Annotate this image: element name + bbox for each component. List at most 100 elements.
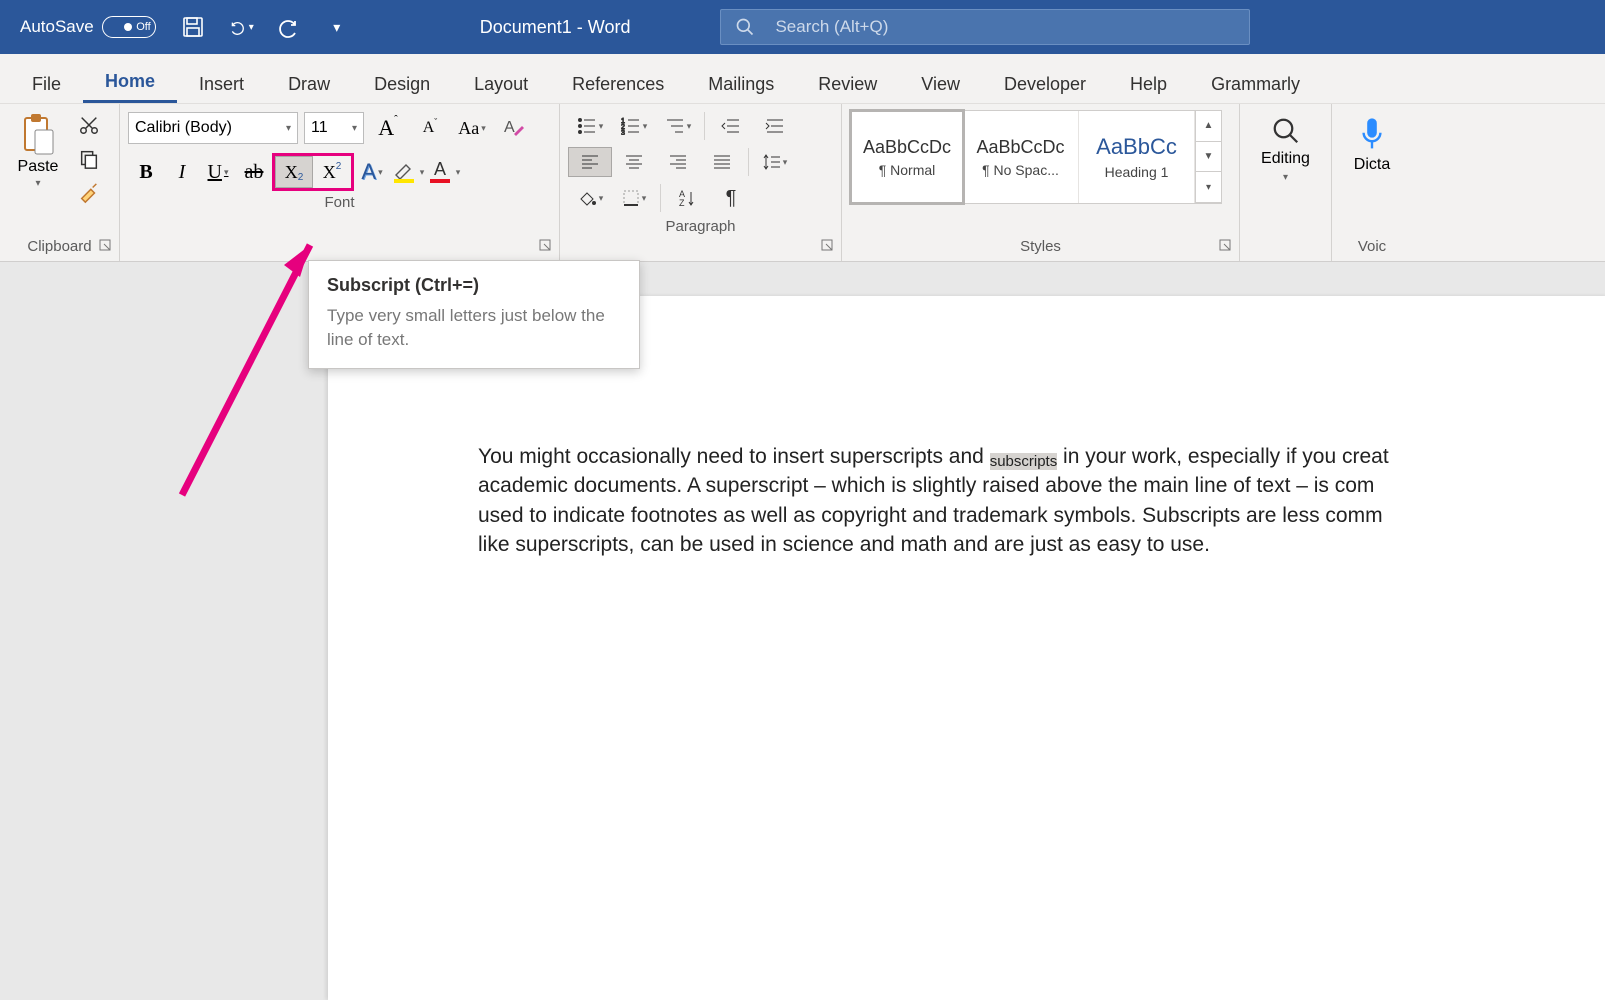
selected-subscript-text[interactable]: subscripts bbox=[990, 453, 1058, 470]
subscript-button[interactable]: X2 bbox=[275, 156, 313, 188]
subscript-superscript-highlight: X2 X2 bbox=[272, 153, 354, 191]
undo-icon[interactable]: ▾ bbox=[228, 14, 254, 40]
save-icon[interactable] bbox=[180, 14, 206, 40]
paste-button[interactable]: Paste ▾ bbox=[8, 110, 68, 234]
style-no-spacing[interactable]: AaBbCcDc ¶ No Spac... bbox=[963, 111, 1079, 203]
group-font: Calibri (Body)▾ 11▾ Aˆ Aˇ Aa A B I U ab … bbox=[120, 104, 560, 261]
font-name-combo[interactable]: Calibri (Body)▾ bbox=[128, 112, 298, 144]
align-left-icon bbox=[581, 154, 599, 170]
ribbon-tabs: File Home Insert Draw Design Layout Refe… bbox=[0, 54, 1605, 104]
decrease-indent-button[interactable] bbox=[709, 111, 753, 141]
tab-references[interactable]: References bbox=[550, 64, 686, 103]
underline-button[interactable]: U bbox=[200, 155, 236, 189]
align-left-button[interactable] bbox=[568, 147, 612, 177]
group-clipboard: Paste ▾ Clipboard bbox=[0, 104, 120, 261]
numbering-icon: 123 bbox=[621, 117, 641, 135]
tab-mailings[interactable]: Mailings bbox=[686, 64, 796, 103]
justify-button[interactable] bbox=[700, 147, 744, 177]
align-right-icon bbox=[669, 154, 687, 170]
search-box[interactable]: Search (Alt+Q) bbox=[720, 9, 1250, 45]
style-heading-1[interactable]: AaBbCc Heading 1 bbox=[1079, 111, 1195, 203]
bullets-button[interactable] bbox=[568, 111, 612, 141]
italic-button[interactable]: I bbox=[164, 155, 200, 189]
tooltip-title: Subscript (Ctrl+=) bbox=[327, 275, 621, 296]
multilevel-icon bbox=[665, 117, 685, 135]
tab-view[interactable]: View bbox=[899, 64, 982, 103]
tab-file[interactable]: File bbox=[10, 64, 83, 103]
autosave-toggle[interactable]: AutoSave Off bbox=[20, 16, 156, 38]
change-case-button[interactable]: Aa bbox=[454, 111, 490, 145]
tab-draw[interactable]: Draw bbox=[266, 64, 352, 103]
group-label-voice: Voic bbox=[1340, 234, 1404, 261]
shading-button[interactable] bbox=[568, 183, 612, 213]
borders-icon bbox=[622, 189, 640, 207]
document-body[interactable]: You might occasionally need to insert su… bbox=[478, 442, 1605, 560]
tab-home[interactable]: Home bbox=[83, 61, 177, 103]
tab-developer[interactable]: Developer bbox=[982, 64, 1108, 103]
borders-button[interactable] bbox=[612, 183, 656, 213]
tooltip-body: Type very small letters just below the l… bbox=[327, 304, 621, 352]
paragraph-dialog-launcher[interactable] bbox=[821, 239, 837, 255]
paintbrush-icon bbox=[78, 182, 100, 204]
group-label-clipboard: Clipboard bbox=[8, 234, 111, 261]
line-spacing-button[interactable] bbox=[753, 147, 797, 177]
svg-text:3: 3 bbox=[621, 130, 625, 135]
clipboard-icon bbox=[19, 112, 57, 156]
show-paragraph-marks-button[interactable]: ¶ bbox=[709, 183, 753, 213]
bold-button[interactable]: B bbox=[128, 155, 164, 189]
font-size-combo[interactable]: 11▾ bbox=[304, 112, 364, 144]
editing-button[interactable]: Editing ▾ bbox=[1248, 110, 1323, 234]
gallery-down-icon[interactable]: ▼ bbox=[1196, 142, 1221, 173]
svg-text:A: A bbox=[504, 119, 515, 136]
document-page[interactable]: You might occasionally need to insert su… bbox=[328, 296, 1605, 1000]
increase-indent-button[interactable] bbox=[753, 111, 797, 141]
highlighter-icon bbox=[392, 159, 418, 185]
font-color-button[interactable]: A bbox=[426, 155, 462, 189]
bullets-icon bbox=[577, 117, 597, 135]
tab-review[interactable]: Review bbox=[796, 64, 899, 103]
font-color-icon: A bbox=[428, 159, 454, 185]
superscript-button[interactable]: X2 bbox=[313, 156, 351, 188]
tab-design[interactable]: Design bbox=[352, 64, 452, 103]
scissors-icon bbox=[78, 114, 100, 136]
gallery-more-icon[interactable]: ▾ bbox=[1196, 172, 1221, 203]
align-center-button[interactable] bbox=[612, 147, 656, 177]
multilevel-list-button[interactable] bbox=[656, 111, 700, 141]
search-placeholder: Search (Alt+Q) bbox=[775, 17, 888, 37]
cut-button[interactable] bbox=[72, 110, 106, 140]
group-voice: Dicta Voic bbox=[1332, 104, 1412, 261]
tab-insert[interactable]: Insert bbox=[177, 64, 266, 103]
sort-button[interactable]: AZ bbox=[665, 183, 709, 213]
style-normal[interactable]: AaBbCcDc ¶ Normal bbox=[849, 109, 965, 205]
ribbon: Paste ▾ Clipboard Calibri (Body)▾ 11▾ Aˆ… bbox=[0, 104, 1605, 262]
eraser-icon: A bbox=[502, 116, 526, 140]
outdent-icon bbox=[721, 117, 741, 135]
numbering-button[interactable]: 123 bbox=[612, 111, 656, 141]
font-dialog-launcher[interactable] bbox=[539, 239, 555, 255]
redo-icon[interactable] bbox=[276, 14, 302, 40]
svg-text:A: A bbox=[434, 159, 446, 179]
align-right-button[interactable] bbox=[656, 147, 700, 177]
text-effects-button[interactable]: A bbox=[354, 155, 390, 189]
group-label-font: Font bbox=[128, 190, 551, 217]
highlight-color-button[interactable] bbox=[390, 155, 426, 189]
dictate-button[interactable]: Dicta bbox=[1340, 110, 1404, 234]
increase-font-size-button[interactable]: Aˆ bbox=[370, 111, 406, 145]
styles-dialog-launcher[interactable] bbox=[1219, 239, 1235, 255]
autosave-label: AutoSave bbox=[20, 17, 94, 37]
strikethrough-button[interactable]: ab bbox=[236, 155, 272, 189]
tab-help[interactable]: Help bbox=[1108, 64, 1189, 103]
customize-qat-icon[interactable]: ▾ bbox=[324, 14, 350, 40]
group-editing: Editing ▾ bbox=[1240, 104, 1332, 261]
decrease-font-size-button[interactable]: Aˇ bbox=[412, 111, 448, 145]
tab-grammarly[interactable]: Grammarly bbox=[1189, 64, 1322, 103]
titlebar: AutoSave Off ▾ ▾ Document1 - Word Search… bbox=[0, 0, 1605, 54]
clipboard-dialog-launcher[interactable] bbox=[99, 239, 115, 255]
clear-formatting-button[interactable]: A bbox=[496, 111, 532, 145]
autosave-switch[interactable]: Off bbox=[102, 16, 156, 38]
tab-layout[interactable]: Layout bbox=[452, 64, 550, 103]
format-painter-button[interactable] bbox=[72, 178, 106, 208]
copy-button[interactable] bbox=[72, 144, 106, 174]
gallery-up-icon[interactable]: ▲ bbox=[1196, 111, 1221, 142]
copy-icon bbox=[78, 148, 100, 170]
